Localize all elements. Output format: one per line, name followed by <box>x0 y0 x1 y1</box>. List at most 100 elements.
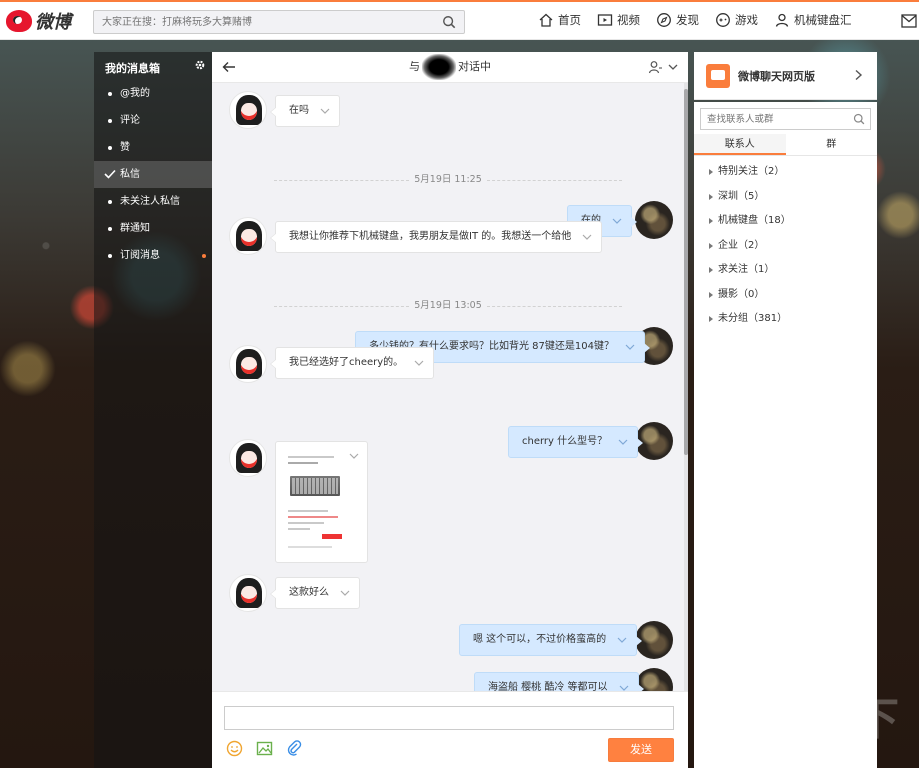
expand-triangle-icon <box>709 267 713 273</box>
group-label: 机械键盘（18） <box>718 215 791 226</box>
contact-avatar[interactable] <box>229 91 267 129</box>
thumbnail-text-line <box>288 516 338 518</box>
nav-discover[interactable]: 发现 <box>656 12 699 28</box>
thumbnail-buy-button <box>322 534 342 539</box>
right-panel-title: 微博聊天网页版 <box>738 70 815 83</box>
expand-triangle-icon <box>709 242 713 249</box>
chevron-down-icon[interactable] <box>340 589 350 597</box>
nav-video[interactable]: 视频 <box>597 12 640 28</box>
message-scrollbar[interactable] <box>684 83 688 691</box>
weibo-logo[interactable]: 微博 <box>6 9 71 33</box>
keyboard-image <box>290 476 340 496</box>
thumbnail-text-line <box>288 546 332 548</box>
sidebar-item-likes[interactable]: 赞 <box>94 134 212 161</box>
contacts-tabs: 联系人 群 <box>694 134 877 156</box>
chevron-down-icon[interactable] <box>668 62 678 72</box>
nav-home[interactable]: 首页 <box>538 12 581 28</box>
emoji-icon[interactable] <box>226 740 243 757</box>
message-box-sidebar: 我的消息箱 @我的 评论 赞 私信 未关注人私信 群通知 订阅消息 <box>94 52 212 768</box>
chat-title-prefix: 与 <box>409 60 420 73</box>
my-avatar[interactable] <box>635 201 673 239</box>
sidebar-item-label: 未关注人私信 <box>120 196 180 207</box>
sidebar-item-subscriptions[interactable]: 订阅消息 <box>94 242 212 269</box>
group-label: 求关注（1） <box>718 264 775 275</box>
gear-icon[interactable] <box>194 59 206 71</box>
bullet-dot <box>108 119 112 123</box>
message-text: 嗯 这个可以，不过价格蛮高的 <box>473 634 607 645</box>
tab-groups[interactable]: 群 <box>786 134 878 155</box>
contact-group-item[interactable]: 求关注（1） <box>694 258 877 283</box>
sidebar-item-label: 评论 <box>120 115 140 126</box>
group-label: 深圳（5） <box>718 190 765 202</box>
contact-avatar[interactable] <box>229 439 267 477</box>
nav-video-label: 视频 <box>617 13 640 27</box>
sidebar-item-mentions[interactable]: @我的 <box>94 80 212 107</box>
message-text: cherry 什么型号？ <box>522 436 608 447</box>
back-arrow-icon[interactable] <box>222 60 236 74</box>
contact-group-item[interactable]: 摄影（0） <box>694 283 877 308</box>
message-bubble[interactable]: 这款好么 <box>270 577 360 609</box>
expand-triangle-icon <box>709 218 713 224</box>
chat-bubble-icon <box>706 64 730 88</box>
contact-group-item[interactable]: 机械键盘（18） <box>694 209 877 234</box>
contact-avatar[interactable] <box>229 217 267 255</box>
contact-avatar[interactable] <box>229 574 267 612</box>
search-input[interactable] <box>94 11 434 33</box>
search-icon[interactable] <box>853 113 865 125</box>
nav-profile[interactable]: 机械键盘汇 <box>774 12 852 28</box>
sidebar-title: 我的消息箱 <box>94 52 212 80</box>
attachment-icon[interactable] <box>286 740 303 757</box>
chevron-down-icon[interactable] <box>414 359 424 367</box>
group-label: 特别关注（2） <box>718 166 785 177</box>
message-input[interactable] <box>224 706 674 730</box>
contact-group-item[interactable]: 企业（2） <box>694 234 877 259</box>
message-list[interactable]: 在吗 5月19日 11:25 在的 我想让你推荐下机械键盘，我男朋友是做IT 的… <box>212 83 688 691</box>
chevron-down-icon[interactable] <box>618 438 628 446</box>
chat-header: 与 对话中 <box>212 52 688 83</box>
chevron-down-icon[interactable] <box>320 107 330 115</box>
nav-games[interactable]: 游戏 <box>715 12 758 28</box>
send-button[interactable]: 发送 <box>608 738 674 762</box>
chevron-down-icon[interactable] <box>625 343 635 351</box>
bullet-dot <box>108 254 112 258</box>
image-message[interactable] <box>275 441 368 563</box>
sidebar-title-text: 我的消息箱 <box>105 62 160 75</box>
search-icon[interactable] <box>442 15 456 29</box>
message-bubble[interactable]: 在吗 <box>270 95 340 127</box>
scrollbar-thumb[interactable] <box>684 89 688 455</box>
chevron-down-icon[interactable] <box>349 452 359 460</box>
contacts-panel: 联系人 群 特别关注（2） 深圳（5） 机械键盘（18） 企业（2） 求关注（1… <box>694 102 877 768</box>
chevron-down-icon[interactable] <box>582 233 592 241</box>
expand-triangle-icon <box>709 291 713 298</box>
message-bubble[interactable]: 我已经选好了cheery的。 <box>269 347 435 379</box>
contact-avatar[interactable] <box>229 345 267 383</box>
sidebar-item-label: 私信 <box>120 169 140 180</box>
message-bubble[interactable]: 海盗船 樱桃 酷冷 等都可以 <box>474 672 644 691</box>
message-bubble[interactable]: 嗯 这个可以，不过价格蛮高的 <box>459 624 643 656</box>
chevron-right-icon[interactable] <box>853 69 863 81</box>
contact-group-item[interactable]: 未分组（381） <box>694 307 877 332</box>
contact-group-item[interactable]: 深圳（5） <box>694 185 877 210</box>
sidebar-item-label: 订阅消息 <box>120 250 160 261</box>
sidebar-item-comments[interactable]: 评论 <box>94 107 212 134</box>
sidebar-item-group-notices[interactable]: 群通知 <box>94 215 212 242</box>
image-upload-icon[interactable] <box>256 740 273 757</box>
sidebar-item-private-messages[interactable]: 私信 <box>94 161 212 188</box>
chevron-down-icon[interactable] <box>612 217 622 225</box>
weibo-chat-web-header[interactable]: 微博聊天网页版 <box>694 52 877 100</box>
contact-group-item[interactable]: 特别关注（2） <box>694 160 877 185</box>
message-bubble[interactable]: 我想让你推荐下机械键盘，我男朋友是做IT 的。我想送一个给他 <box>269 221 603 253</box>
contact-search-input[interactable] <box>701 109 851 129</box>
mail-icon[interactable] <box>901 14 917 28</box>
chevron-down-icon[interactable] <box>617 636 627 644</box>
top-navigation-bar: 微博 首页 视频 发现 <box>0 0 919 40</box>
contact-group-list: 特别关注（2） 深圳（5） 机械键盘（18） 企业（2） 求关注（1） 摄影（0… <box>694 160 877 332</box>
message-text: 这款好么 <box>289 587 329 598</box>
search-box <box>93 10 465 34</box>
chevron-down-icon[interactable] <box>619 684 629 691</box>
add-person-icon[interactable] <box>648 60 662 74</box>
tab-contacts[interactable]: 联系人 <box>694 134 786 155</box>
sidebar-item-unfollowed-messages[interactable]: 未关注人私信 <box>94 188 212 215</box>
message-bubble[interactable]: cherry 什么型号？ <box>508 426 644 458</box>
timestamp-divider: 5月19日 13:05 <box>274 299 622 313</box>
